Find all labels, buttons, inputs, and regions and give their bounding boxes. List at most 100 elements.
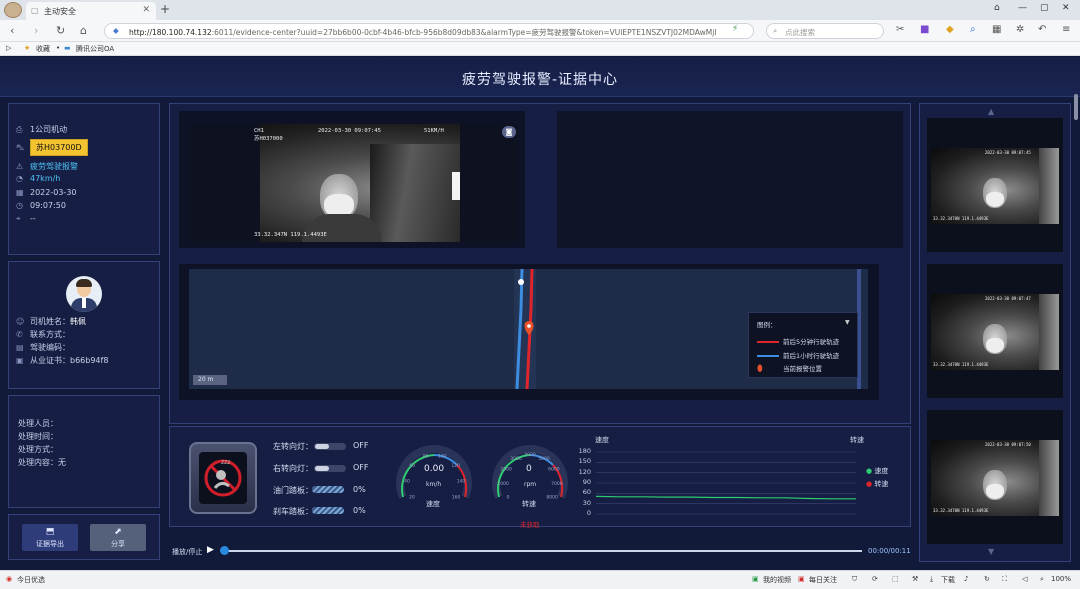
secondary-video[interactable] bbox=[557, 111, 903, 248]
download-icon[interactable]: ⤓ bbox=[930, 575, 933, 584]
start-marker bbox=[518, 279, 524, 285]
playback-bar: 播放/停止 ▶ 00:00/00:11 bbox=[170, 540, 911, 562]
minimize-icon[interactable]: — bbox=[1018, 3, 1027, 13]
throttle-label: 油门踏板： bbox=[273, 486, 313, 495]
thumbnail-1[interactable]: 2022-03-30 09:07:45 33.32.3470N 119.1.44… bbox=[927, 118, 1063, 252]
grid-icon[interactable]: ▦ bbox=[992, 24, 1001, 35]
gauge-tick-label: 0 bbox=[506, 495, 509, 501]
search-input[interactable]: ⌕ 点此搜索 bbox=[766, 23, 884, 39]
find-icon[interactable]: ⌕ bbox=[970, 24, 976, 35]
alarm-icon: ⚠ bbox=[16, 162, 24, 171]
back-icon[interactable]: ‹ bbox=[10, 24, 14, 37]
download-label[interactable]: 下载 bbox=[941, 575, 955, 585]
play-stop-label: 播放/停止 bbox=[172, 548, 203, 556]
forward-icon[interactable]: › bbox=[34, 24, 38, 37]
chart-ylabel-right: 转速 bbox=[850, 436, 864, 444]
new-tab-icon[interactable]: + bbox=[160, 2, 170, 16]
maximize-icon[interactable]: ▢ bbox=[1040, 3, 1049, 13]
gauge-tick-label: 120 bbox=[451, 463, 460, 469]
export-button-label: 证据导出 bbox=[36, 540, 64, 548]
reload-icon[interactable]: ↻ bbox=[56, 24, 65, 37]
security-icon[interactable]: ⛉ bbox=[852, 575, 857, 584]
progress-thumb[interactable] bbox=[220, 546, 229, 555]
throttle-value: 0% bbox=[353, 485, 366, 494]
home-icon[interactable]: ⌂ bbox=[80, 24, 87, 37]
scroll-up-icon[interactable]: ▲ bbox=[988, 107, 994, 116]
handling-content: 无 bbox=[58, 458, 66, 467]
right-turn-value: OFF bbox=[353, 463, 369, 472]
driver-name-row: ☺ 司机姓名：韩佩 bbox=[16, 316, 86, 327]
sidebar-toggle-icon[interactable]: ▷ bbox=[6, 44, 11, 52]
pin-window-icon[interactable]: ⌂ bbox=[994, 3, 1000, 13]
brake-bar bbox=[312, 507, 344, 514]
bookmark-favorites[interactable]: 收藏 bbox=[36, 44, 50, 54]
clock-icon: ◷ bbox=[16, 201, 23, 210]
video-plate: 苏H037000 bbox=[254, 136, 283, 142]
today-picks-link[interactable]: 今日优选 bbox=[17, 575, 45, 585]
gauge-tick-label: 140 bbox=[457, 479, 466, 485]
alarm-type-row: ⚠ 疲劳驾驶报警 bbox=[16, 161, 78, 172]
certificate-icon: ▣ bbox=[16, 356, 24, 365]
share-button[interactable]: ⬈ 分享 bbox=[90, 524, 146, 551]
url-field[interactable]: ◆ http://180.100.74.132:6011/evidence-ce… bbox=[104, 23, 754, 39]
gauge-tick-label: 40 bbox=[404, 479, 410, 485]
lightning-icon[interactable]: ⚡ bbox=[732, 24, 738, 34]
settings-icon[interactable]: ✲ bbox=[1016, 24, 1024, 35]
handling-person: 处理人员： bbox=[18, 419, 58, 428]
speed-boost-icon[interactable]: ⟳ bbox=[872, 575, 878, 583]
camera-snapshot-icon[interactable]: ◙ bbox=[502, 126, 516, 138]
company-icon: ⎙ bbox=[16, 125, 23, 134]
legend-line-blue bbox=[757, 355, 779, 357]
menu-icon[interactable]: ≡ bbox=[1062, 24, 1070, 35]
rpm-gauge-unit: rpm bbox=[524, 481, 537, 488]
brake-value: 0% bbox=[353, 506, 366, 515]
page-scrollbar[interactable] bbox=[1074, 94, 1078, 120]
reload-status-icon[interactable]: ↻ bbox=[984, 575, 990, 583]
fullscreen-icon[interactable]: ⛶ bbox=[1002, 575, 1007, 584]
sound-icon[interactable]: ♪ bbox=[964, 575, 968, 583]
play-icon[interactable]: ▶ bbox=[207, 545, 214, 555]
thumbnail-2[interactable]: 2022-03-30 09:07:47 33.32.3470N 119.1.44… bbox=[927, 264, 1063, 398]
daily-focus-link[interactable]: 每日关注 bbox=[809, 575, 837, 585]
tools-icon[interactable]: ⚒ bbox=[912, 575, 918, 583]
screenshot-icon[interactable]: ⬚ bbox=[892, 575, 899, 583]
legend-item-1h: 前后1小时行驶轨迹 bbox=[757, 350, 839, 360]
driver-id-row: ▤ 驾驶编码： bbox=[16, 342, 70, 353]
shield-extension-icon[interactable]: ◆ bbox=[946, 24, 954, 35]
scroll-down-icon[interactable]: ▼ bbox=[988, 547, 994, 556]
my-videos-link[interactable]: 我的视频 bbox=[763, 575, 791, 585]
mute-icon[interactable]: ◁ bbox=[1022, 575, 1027, 583]
speed-gauge-value: 0.00 bbox=[424, 464, 445, 474]
export-evidence-button[interactable]: ⬒ 证据导出 bbox=[22, 524, 78, 551]
legend-dot-red: ● bbox=[866, 480, 873, 488]
undo-icon[interactable]: ↶ bbox=[1038, 24, 1046, 35]
gauge-tick-label: 60 bbox=[409, 463, 415, 469]
zoom-icon[interactable]: ⌕ bbox=[1040, 575, 1044, 584]
thumbnail-image: 2022-03-30 09:07:50 33.32.3470N 119.1.44… bbox=[931, 440, 1059, 516]
driver-name-label: 司机姓名： bbox=[30, 317, 70, 326]
zoom-level[interactable]: 100% bbox=[1051, 575, 1071, 583]
close-window-icon[interactable]: ✕ bbox=[1062, 3, 1070, 13]
driver-contact-row: ✆ 联系方式： bbox=[16, 329, 70, 340]
fatigue-icon-tile: zzz bbox=[189, 442, 257, 514]
legend-speed-label: 速度 bbox=[874, 467, 889, 475]
legend-line-red bbox=[757, 341, 779, 343]
vehicle-speed: 47km/h bbox=[30, 174, 61, 183]
thumbnail-timestamp: 2022-03-30 09:07:50 bbox=[985, 442, 1031, 447]
share-button-label: 分享 bbox=[111, 540, 125, 548]
progress-track[interactable] bbox=[222, 550, 862, 552]
gauge-tick-label: 160 bbox=[452, 495, 461, 501]
browser-profile-avatar[interactable] bbox=[4, 2, 22, 18]
alarm-video[interactable]: CH1 苏H037000 2022-03-30 09:07:45 51KM/H … bbox=[190, 124, 518, 242]
throttle-bar bbox=[312, 486, 344, 493]
close-tab-icon[interactable]: ✕ bbox=[142, 5, 150, 15]
recommend-icon: ◉ bbox=[6, 575, 13, 583]
browser-tab[interactable]: ▢ 主动安全 ✕ bbox=[26, 2, 156, 20]
legend-collapse-icon[interactable]: ▼ bbox=[845, 319, 850, 326]
extension-icon[interactable]: ■ bbox=[920, 24, 929, 35]
bookmark-oa[interactable]: 腾讯公司OA bbox=[76, 44, 114, 54]
legend-speed: ● 速度 bbox=[866, 466, 888, 476]
scissors-icon[interactable]: ✂ bbox=[896, 24, 904, 35]
alarm-date: 2022-03-30 bbox=[30, 188, 77, 197]
thumbnail-3[interactable]: 2022-03-30 09:07:50 33.32.3470N 119.1.44… bbox=[927, 410, 1063, 544]
